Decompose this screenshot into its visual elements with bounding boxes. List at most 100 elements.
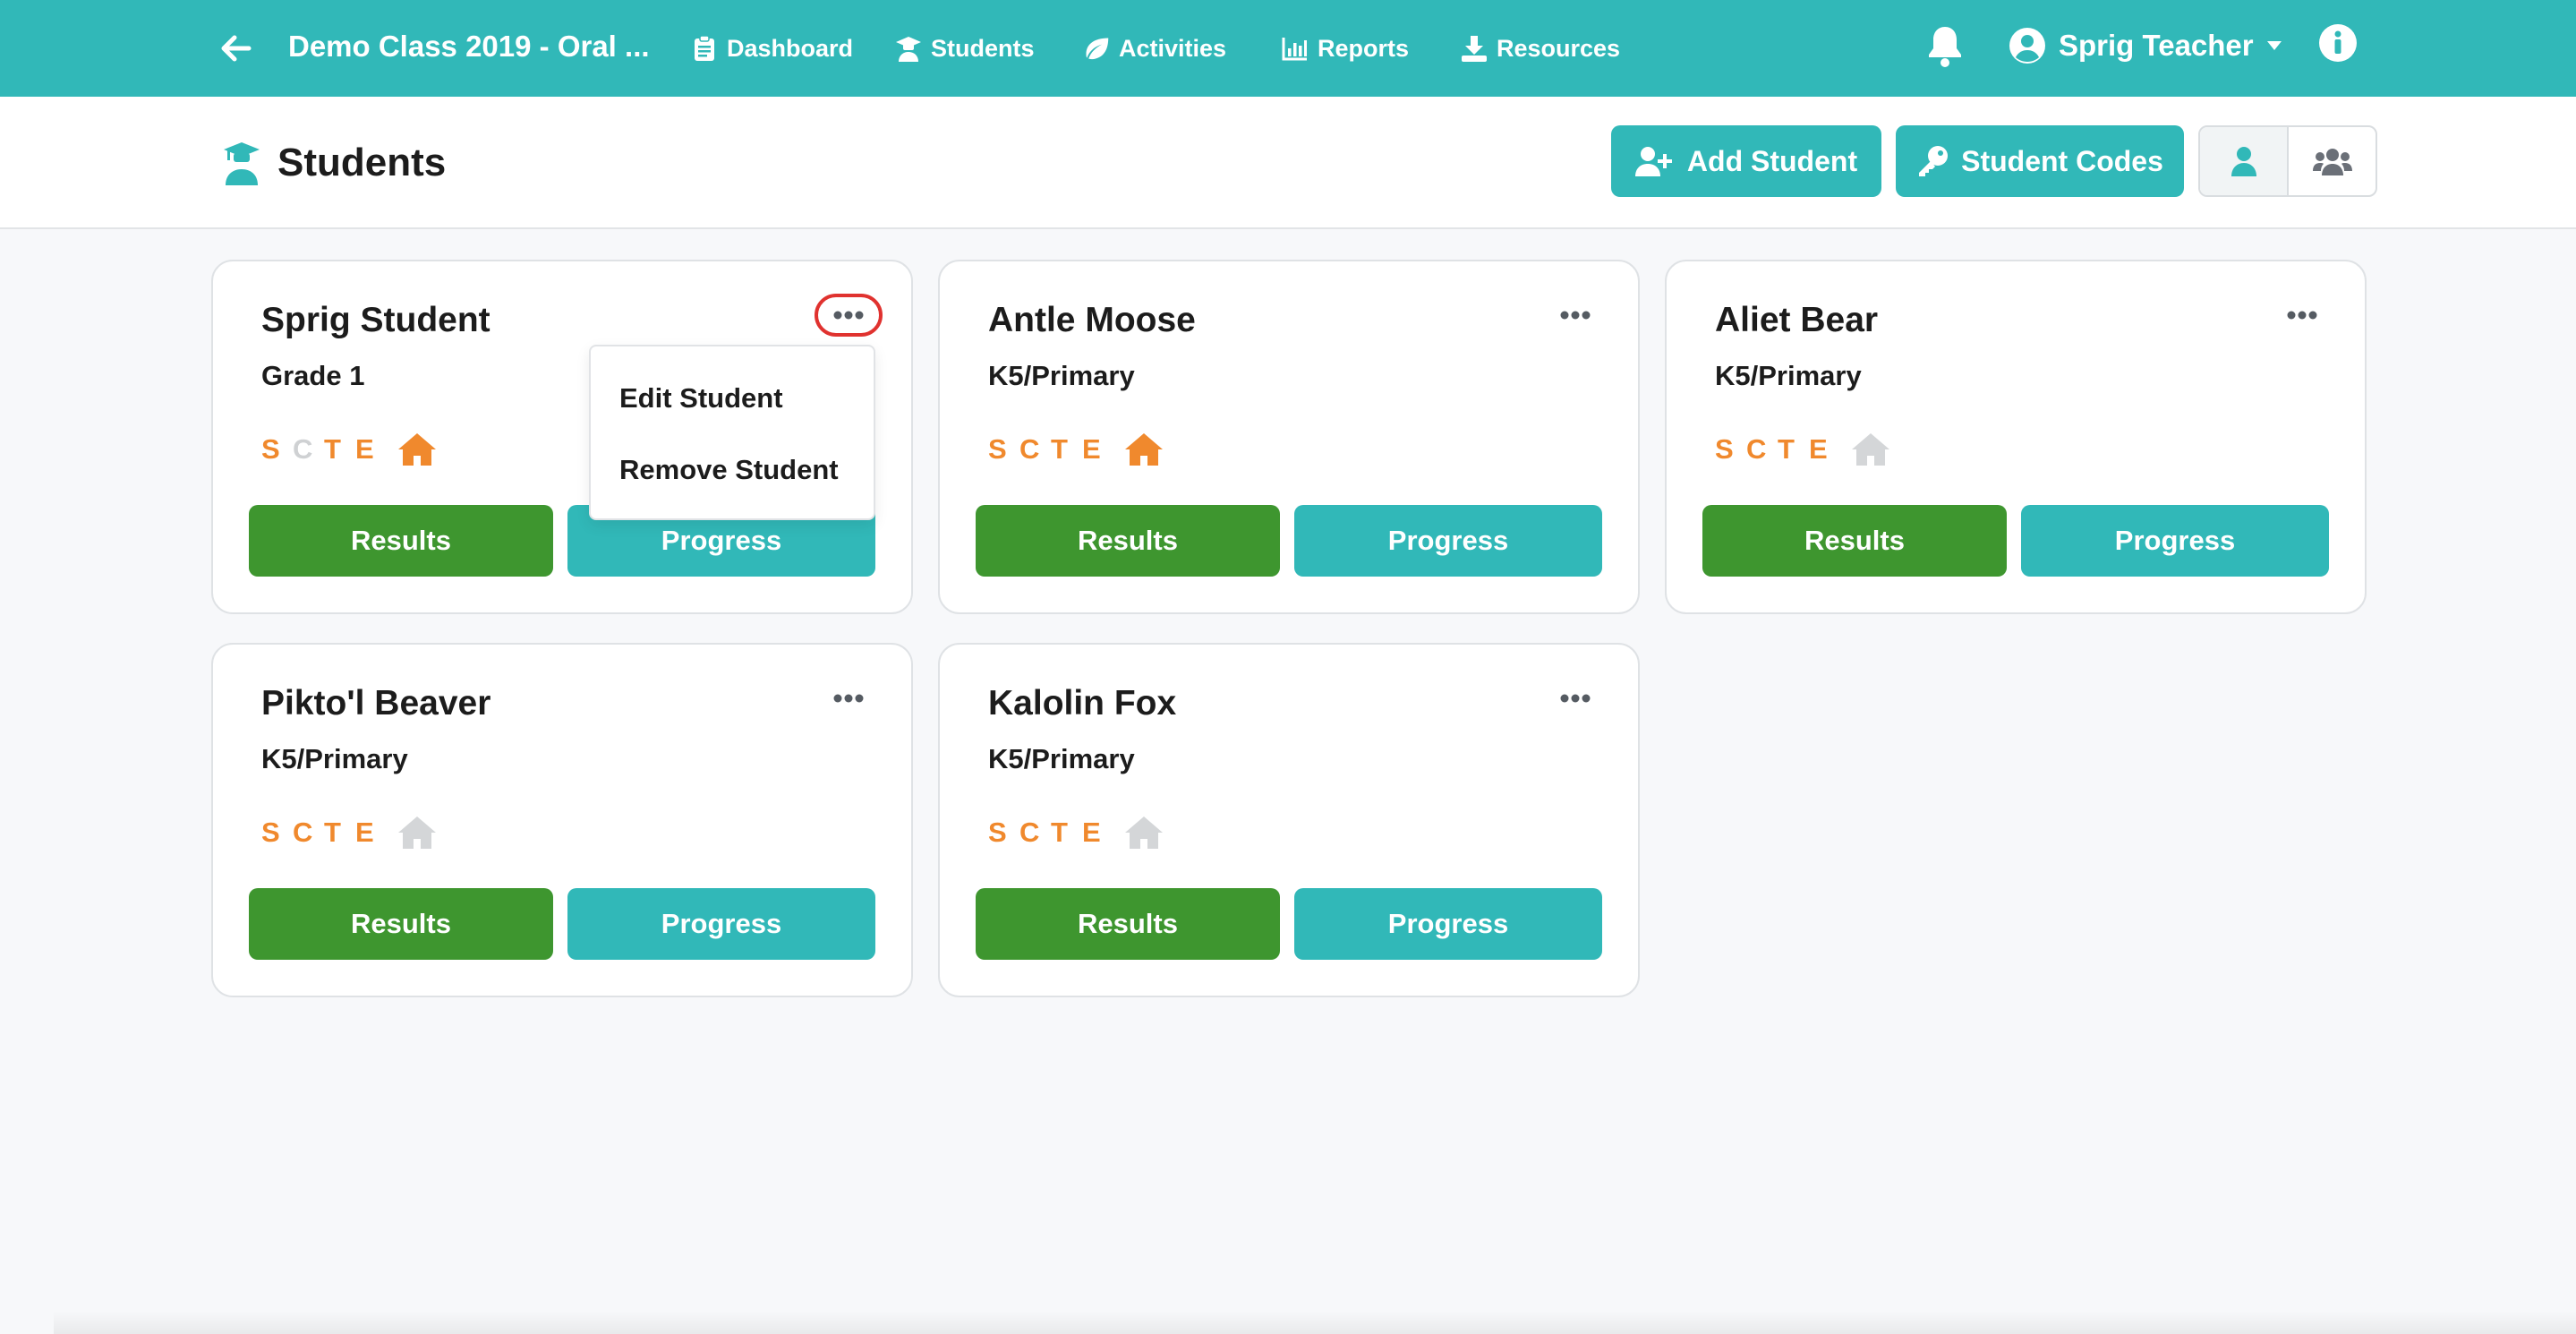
scte-letter-s: S (261, 817, 280, 848)
users-group-icon (2312, 147, 2352, 175)
class-title[interactable]: Demo Class 2019 - Oral ... (288, 25, 650, 68)
student-name: Aliet Bear (1715, 301, 1879, 339)
results-button[interactable]: Results (1702, 505, 2007, 577)
graduate-icon (895, 35, 922, 62)
page-title-group: Students (222, 138, 446, 188)
leaf-icon (1083, 35, 1110, 62)
home-icon (1851, 432, 1890, 467)
student-card: Kalolin Fox K5/Primary S C T E Results P… (938, 643, 1640, 997)
remove-student-menu-item[interactable]: Remove Student (619, 450, 839, 490)
nav-resources-label: Resources (1497, 35, 1621, 62)
bottom-shadow (54, 1311, 2576, 1334)
scte-letter-e: E (1809, 433, 1828, 465)
nav-reports[interactable]: Reports (1282, 30, 1409, 66)
scte-letter-t: T (324, 433, 341, 465)
progress-button[interactable]: Progress (1294, 505, 1602, 577)
scte-letter-e: E (355, 817, 374, 848)
more-options-button[interactable] (1541, 294, 1609, 337)
user-menu[interactable]: Sprig Teacher (2009, 23, 2282, 68)
scte-letter-s: S (988, 433, 1007, 465)
scte-indicators: S C T E (988, 424, 1164, 475)
scte-indicators: S C T E (988, 808, 1164, 858)
info-icon[interactable] (2318, 23, 2358, 63)
student-name: Antle Moose (988, 301, 1196, 339)
page-header: Students Add Student Student Codes (0, 97, 2576, 229)
scte-letter-s: S (1715, 433, 1734, 465)
progress-button[interactable]: Progress (1294, 888, 1602, 960)
scte-letter-s: S (988, 817, 1007, 848)
scte-letter-e: E (355, 433, 374, 465)
bar-chart-icon (1282, 35, 1309, 62)
nav-activities[interactable]: Activities (1083, 30, 1226, 66)
scte-letter-c: C (1019, 433, 1040, 465)
home-icon (397, 432, 437, 467)
scte-letter-t: T (324, 817, 341, 848)
student-name: Sprig Student (261, 301, 490, 339)
results-button[interactable]: Results (976, 505, 1280, 577)
more-options-button[interactable] (2268, 294, 2336, 337)
student-card: Aliet Bear K5/Primary S C T E Results Pr… (1665, 260, 2367, 614)
single-view-toggle[interactable] (2200, 127, 2287, 195)
nav-students[interactable]: Students (895, 30, 1035, 66)
user-plus-icon (1634, 146, 1675, 176)
student-grade: K5/Primary (988, 743, 1135, 774)
progress-button[interactable]: Progress (2021, 505, 2329, 577)
key-icon (1916, 145, 1949, 177)
edit-student-menu-item[interactable]: Edit Student (619, 379, 783, 418)
scte-indicators: S C T E (261, 808, 437, 858)
nav-resources[interactable]: Resources (1461, 30, 1620, 66)
ellipsis-icon (1560, 694, 1591, 703)
back-arrow-icon[interactable] (217, 29, 256, 68)
add-student-label: Add Student (1686, 144, 1858, 177)
student-codes-button[interactable]: Student Codes (1896, 125, 2184, 197)
scte-letter-e: E (1082, 817, 1101, 848)
download-icon (1461, 35, 1488, 62)
scte-letter-c: C (1019, 817, 1040, 848)
bell-icon[interactable] (1924, 23, 1966, 68)
view-toggle (2198, 125, 2377, 197)
more-options-button[interactable] (1541, 677, 1609, 720)
student-grade: Grade 1 (261, 360, 365, 391)
ellipsis-icon (833, 311, 864, 320)
scte-letter-e: E (1082, 433, 1101, 465)
results-button[interactable]: Results (976, 888, 1280, 960)
results-button[interactable]: Results (249, 505, 553, 577)
student-grade: K5/Primary (988, 360, 1135, 391)
student-name: Pikto'l Beaver (261, 684, 491, 723)
nav-reports-label: Reports (1318, 35, 1410, 62)
home-icon (1124, 432, 1164, 467)
user-avatar-icon (2009, 27, 2046, 64)
nav-students-label: Students (931, 35, 1035, 62)
scte-letter-c: C (293, 433, 313, 465)
student-graduate-icon (222, 141, 261, 185)
student-card: Pikto'l Beaver K5/Primary S C T E Result… (211, 643, 913, 997)
scte-letter-c: C (293, 817, 313, 848)
group-view-toggle[interactable] (2287, 127, 2376, 195)
student-card: Antle Moose K5/Primary S C T E Results P… (938, 260, 1640, 614)
ellipsis-icon (833, 694, 864, 703)
home-icon (397, 815, 437, 851)
scte-letter-t: T (1051, 817, 1068, 848)
student-grade: K5/Primary (261, 743, 408, 774)
more-options-button[interactable] (815, 294, 883, 337)
student-options-menu: Edit Student Remove Student (589, 345, 875, 520)
scte-letter-t: T (1778, 433, 1795, 465)
ellipsis-icon (1560, 311, 1591, 320)
ellipsis-icon (2287, 311, 2317, 320)
scte-indicators: S C T E (261, 424, 437, 475)
student-codes-label: Student Codes (1961, 144, 2163, 177)
top-navbar: Demo Class 2019 - Oral ... Dashboard Stu… (0, 0, 2576, 97)
scte-indicators: S C T E (1715, 424, 1890, 475)
add-student-button[interactable]: Add Student (1611, 125, 1881, 197)
page-title: Students (277, 141, 447, 184)
user-name: Sprig Teacher (2059, 29, 2254, 62)
nav-dashboard-label: Dashboard (727, 35, 854, 62)
user-icon (2231, 146, 2257, 176)
nav-activities-label: Activities (1119, 35, 1227, 62)
progress-button[interactable]: Progress (567, 888, 875, 960)
more-options-button[interactable] (815, 677, 883, 720)
results-button[interactable]: Results (249, 888, 553, 960)
clipboard-icon (691, 35, 718, 62)
nav-dashboard[interactable]: Dashboard (691, 30, 853, 66)
scte-letter-t: T (1051, 433, 1068, 465)
